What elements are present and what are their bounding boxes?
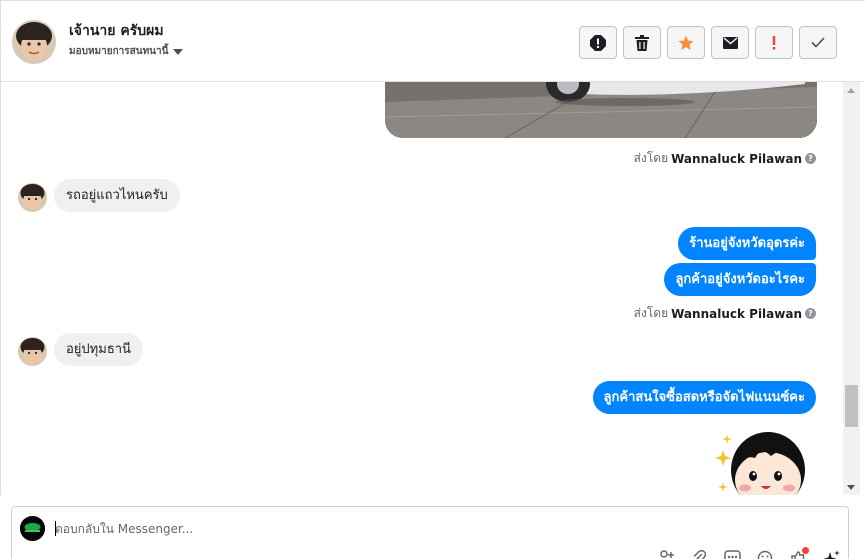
conversation-actions <box>579 26 837 59</box>
important-icon <box>772 35 776 50</box>
reply-input[interactable] <box>55 519 615 539</box>
message-thread[interactable]: ส่งโดย Wannaluck Pilawan ? รถอยู่แถวไหนค… <box>0 82 843 495</box>
add-person-button[interactable] <box>657 550 675 559</box>
reply-composer <box>11 506 849 559</box>
message-incoming[interactable]: รถอยู่แถวไหนครับ <box>54 179 180 212</box>
contact-avatar-small[interactable] <box>18 183 47 212</box>
messages-scrollbar[interactable] <box>843 82 860 495</box>
star-icon <box>678 35 694 50</box>
emoji-button[interactable] <box>756 550 774 559</box>
paperclip-icon <box>693 550 706 559</box>
check-icon <box>811 37 825 48</box>
help-icon[interactable]: ? <box>805 153 816 164</box>
mail-icon <box>722 36 738 49</box>
trash-icon <box>635 34 649 51</box>
conversation-header: เจ้านาย ครับผม มอบหมายการสนทนานี้ <box>0 0 865 82</box>
sticker-message[interactable] <box>711 432 811 495</box>
composer-tools <box>657 547 840 559</box>
sender-name[interactable]: Wannaluck Pilawan <box>671 307 802 321</box>
delete-button[interactable] <box>623 26 661 59</box>
like-button[interactable] <box>789 547 809 559</box>
sent-by-label: ส่งโดย Wannaluck Pilawan ? <box>634 149 816 168</box>
text-cursor <box>55 521 56 536</box>
page-avatar <box>20 516 45 541</box>
scroll-thumb[interactable] <box>845 385 858 427</box>
star-button[interactable] <box>667 26 705 59</box>
car-photo-attachment[interactable] <box>385 82 817 138</box>
saved-replies-icon <box>723 550 741 559</box>
saved-replies-button[interactable] <box>723 550 741 559</box>
sent-by-label: ส่งโดย Wannaluck Pilawan ? <box>634 304 816 323</box>
attach-file-button[interactable] <box>690 550 708 559</box>
message-outgoing[interactable]: ร้านอยู่จังหวัดอุดรค่ะ <box>678 227 816 260</box>
contact-avatar[interactable] <box>12 20 56 64</box>
mark-done-button[interactable] <box>799 26 837 59</box>
sender-name[interactable]: Wannaluck Pilawan <box>671 152 802 166</box>
contact-avatar-small[interactable] <box>18 337 47 366</box>
message-outgoing[interactable]: ลูกค้าสนใจซื้อสดหรือจัดไฟแนนซ์คะ <box>592 381 816 414</box>
scroll-down-icon[interactable] <box>847 485 855 490</box>
message-outgoing[interactable]: ลูกค้าอยู่จังหวัดอะไรคะ <box>664 263 816 296</box>
notification-dot <box>802 547 809 554</box>
message-incoming[interactable]: อยู่ปทุมธานี <box>54 333 143 366</box>
emoji-icon <box>757 550 773 559</box>
mark-unread-button[interactable] <box>711 26 749 59</box>
sparkle-icon <box>823 550 840 559</box>
mark-spam-button[interactable] <box>579 26 617 59</box>
scroll-up-icon[interactable] <box>847 88 855 93</box>
spam-icon <box>590 34 606 51</box>
add-person-icon <box>660 550 674 558</box>
caret-down-icon <box>173 48 184 55</box>
contact-name[interactable]: เจ้านาย ครับผม <box>69 20 164 42</box>
help-icon[interactable]: ? <box>805 308 816 319</box>
mark-important-button[interactable] <box>755 26 793 59</box>
more-options-button[interactable] <box>822 550 840 559</box>
assign-conversation-dropdown[interactable]: มอบหมายการสนทนานี้ <box>69 44 184 59</box>
assign-label: มอบหมายการสนทนานี้ <box>69 46 169 57</box>
